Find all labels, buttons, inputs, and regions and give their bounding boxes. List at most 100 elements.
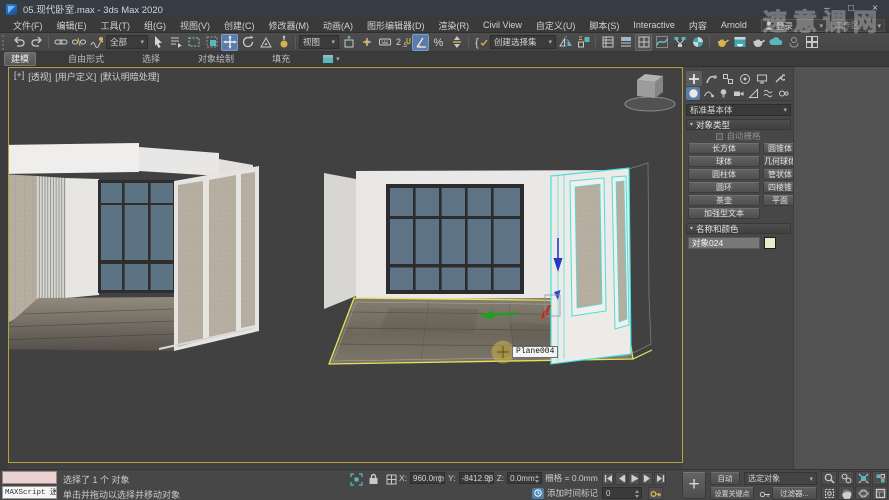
rendered-frame-icon[interactable]	[731, 34, 748, 51]
selection-set-dropdown[interactable]: 选定对象▾	[744, 472, 817, 485]
tab-display-icon[interactable]	[754, 71, 770, 86]
percent-snap-icon[interactable]: %	[430, 34, 447, 51]
open-teapot-grid-icon[interactable]	[803, 34, 820, 51]
render-setup-icon[interactable]	[713, 34, 730, 51]
go-to-end-button[interactable]	[654, 472, 666, 485]
cat-geometry-icon[interactable]	[686, 87, 700, 100]
textplus-button[interactable]: 加强型文本	[688, 208, 760, 219]
cat-shapes-icon[interactable]	[701, 87, 715, 100]
ribbon-tab-object-paint[interactable]: 对象绘制	[192, 53, 240, 65]
cat-cameras-icon[interactable]	[731, 87, 745, 100]
filters-button[interactable]: 过滤器...	[772, 487, 817, 500]
ref-coord-dropdown[interactable]: 视图▾	[299, 35, 339, 49]
workspace-dropdown[interactable]: 工作区 ▾	[831, 19, 885, 32]
ribbon-tab-populate[interactable]: 填充	[266, 53, 296, 65]
menu-scripting[interactable]: 脚本(S)	[582, 19, 626, 32]
ribbon-toggle-icon[interactable]	[635, 34, 652, 51]
viewcube[interactable]	[625, 74, 675, 111]
ribbon-tab-selection[interactable]: 选择	[136, 53, 166, 65]
add-time-tag[interactable]: 添加时间标记	[532, 487, 598, 499]
ribbon-tab-freeform[interactable]: 自由形式	[62, 53, 110, 65]
tube-button[interactable]: 管状体	[763, 169, 797, 180]
menu-civil-view[interactable]: Civil View	[476, 20, 529, 30]
select-manipulate-icon[interactable]	[358, 34, 375, 51]
zoom-extents-all-icon[interactable]	[872, 471, 888, 485]
set-keys-button[interactable]: +	[682, 472, 706, 499]
go-to-start-button[interactable]	[602, 472, 614, 485]
select-object-icon[interactable]	[149, 34, 166, 51]
perspective-viewport[interactable]: [+] [透视] [用户定义] [默认明暗处理]	[8, 67, 683, 463]
minimize-button[interactable]: –	[815, 0, 839, 18]
pyramid-button[interactable]: 四棱锥	[763, 182, 797, 193]
maxscript-macro-line[interactable]	[2, 471, 57, 484]
unlink-icon[interactable]	[70, 34, 87, 51]
sphere-button[interactable]: 球体	[688, 156, 760, 167]
layer-explorer-icon[interactable]	[617, 34, 634, 51]
angle-snap-icon[interactable]	[412, 34, 429, 51]
menu-create[interactable]: 创建(C)	[217, 19, 262, 32]
x-spinner[interactable]	[438, 474, 443, 484]
key-filters-icon[interactable]	[757, 487, 772, 500]
select-move-icon[interactable]	[221, 34, 238, 51]
teapot-button[interactable]: 茶壶	[688, 195, 760, 206]
window-crossing-icon[interactable]	[203, 34, 220, 51]
edit-named-selections-icon[interactable]: {	[472, 34, 489, 51]
align-icon[interactable]	[575, 34, 592, 51]
cat-systems-icon[interactable]	[776, 87, 790, 100]
select-rotate-icon[interactable]	[239, 34, 256, 51]
app-icon[interactable]	[6, 4, 17, 15]
menu-content[interactable]: 内容	[682, 19, 714, 32]
menu-rendering[interactable]: 渲染(R)	[432, 19, 477, 32]
frame-spinner[interactable]	[635, 489, 640, 499]
plane-button[interactable]: 平面	[763, 195, 797, 206]
menu-arnold[interactable]: Arnold	[714, 20, 754, 30]
viewport-canvas[interactable]	[9, 68, 682, 462]
selection-region-icon[interactable]	[185, 34, 202, 51]
current-frame-field[interactable]: 0	[602, 487, 642, 499]
spinner-snap-icon[interactable]	[448, 34, 465, 51]
tab-utilities-icon[interactable]	[771, 71, 787, 86]
pan-icon[interactable]	[838, 486, 854, 500]
rollout-name-color[interactable]: ▾名称和颜色	[686, 223, 791, 234]
y-coordinate-field[interactable]: -8412.98	[459, 472, 494, 484]
menu-customize[interactable]: 自定义(U)	[529, 19, 583, 32]
menu-tools[interactable]: 工具(T)	[94, 19, 138, 32]
box-button[interactable]: 长方体	[688, 143, 760, 154]
redo-icon[interactable]	[28, 34, 45, 51]
viewport-menu-shading[interactable]: [默认明暗处理]	[100, 70, 159, 83]
cat-spacewarps-icon[interactable]	[761, 87, 775, 100]
maxscript-mini-listener[interactable]: MAXScript 迷	[2, 486, 57, 499]
use-pivot-center-icon[interactable]	[340, 34, 357, 51]
maximize-button[interactable]: □	[839, 0, 863, 18]
isolate-selection-icon[interactable]	[349, 472, 364, 486]
named-selection-dropdown[interactable]: 创建选择集▾	[490, 35, 556, 49]
select-place-icon[interactable]	[275, 34, 292, 51]
rollout-object-type[interactable]: ▾对象类型	[686, 119, 791, 130]
menu-interactive[interactable]: Interactive	[626, 20, 682, 30]
login-dropdown[interactable]: 登录 ▾	[761, 19, 827, 32]
cat-lights-icon[interactable]	[716, 87, 730, 100]
undo-icon[interactable]	[10, 34, 27, 51]
menu-file[interactable]: 文件(F)	[6, 19, 50, 32]
tab-create-icon[interactable]	[686, 71, 702, 86]
zoom-extents-icon[interactable]	[855, 471, 871, 485]
absolute-mode-icon[interactable]	[384, 472, 399, 486]
torus-button[interactable]: 圆环	[688, 182, 760, 193]
y-spinner[interactable]	[487, 474, 492, 484]
ribbon-config-dropdown[interactable]: ▾	[322, 54, 340, 64]
set-key-button[interactable]: 设置关键点	[710, 487, 754, 500]
x-coordinate-field[interactable]: 960.0mm	[410, 472, 445, 484]
schematic-view-icon[interactable]	[671, 34, 688, 51]
cat-helpers-icon[interactable]	[746, 87, 760, 100]
z-spinner[interactable]	[535, 474, 540, 484]
cone-button[interactable]: 圆锥体	[763, 143, 797, 154]
render-production-icon[interactable]	[749, 34, 766, 51]
menu-animation[interactable]: 动画(A)	[316, 19, 360, 32]
select-scale-icon[interactable]	[257, 34, 274, 51]
render-in-cloud-icon[interactable]	[767, 34, 784, 51]
menu-modifiers[interactable]: 修改器(M)	[262, 19, 317, 32]
link-icon[interactable]	[52, 34, 69, 51]
key-mode-toggle-icon[interactable]	[648, 487, 663, 500]
viewport-menu-pov[interactable]: [透视]	[28, 70, 51, 83]
menu-views[interactable]: 视图(V)	[173, 19, 217, 32]
